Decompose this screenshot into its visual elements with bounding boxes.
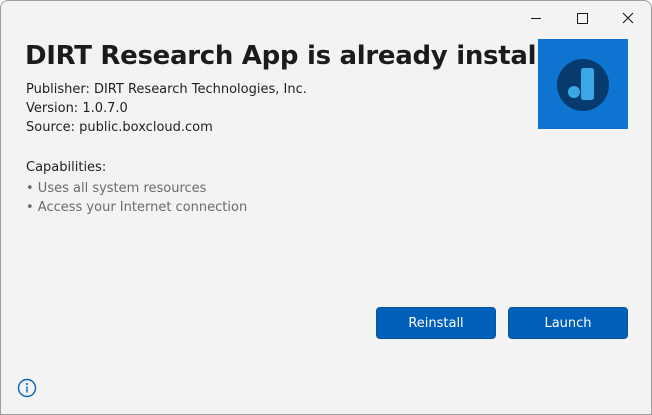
window-caption-controls (513, 1, 651, 35)
source-text: Source: public.boxcloud.com (26, 120, 213, 135)
app-details: Publisher: DIRT Research Technologies, I… (26, 80, 307, 137)
page-title: DIRT Research App is already installed (25, 41, 581, 71)
launch-button[interactable]: Launch (508, 307, 628, 339)
reinstall-button[interactable]: Reinstall (376, 307, 496, 339)
app-tile (538, 39, 628, 129)
info-button[interactable] (17, 378, 37, 398)
maximize-button[interactable] (559, 1, 605, 35)
minimize-button[interactable] (513, 1, 559, 35)
capability-item: • Access your Internet connection (26, 199, 248, 215)
version-text: Version: 1.0.7.0 (26, 101, 128, 116)
publisher-text: Publisher: DIRT Research Technologies, I… (26, 82, 307, 97)
app-installer-window: DIRT Research App is already installed P… (0, 0, 652, 415)
close-button[interactable] (605, 1, 651, 35)
app-logo-icon (557, 59, 609, 111)
capabilities-list: • Uses all system resources • Access you… (26, 180, 247, 217)
capabilities-heading: Capabilities: (26, 160, 107, 175)
capability-item: • Uses all system resources (26, 181, 207, 196)
info-icon (17, 378, 37, 398)
close-icon (622, 12, 634, 24)
